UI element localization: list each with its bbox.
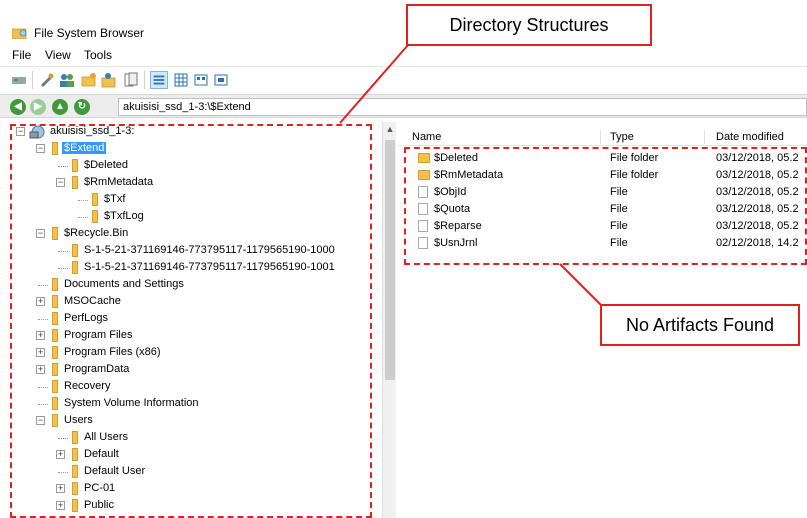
toolbar	[0, 66, 807, 92]
toolbar-separator	[32, 71, 33, 89]
directory-highlight-box	[10, 124, 372, 518]
title-bar: File System Browser	[0, 0, 807, 44]
icons-view-icon[interactable]	[212, 71, 230, 89]
app-folder-icon	[12, 28, 27, 39]
tree-scrollbar[interactable]: ▲	[382, 122, 396, 518]
tools-icon[interactable]	[38, 71, 56, 89]
menu-file[interactable]: File	[12, 48, 31, 62]
folder-star-icon[interactable]	[80, 71, 98, 89]
address-bar: ◀ ▶ ▲ ↻ akuisisi_ssd_1-3:\$Extend	[0, 94, 807, 118]
column-date-modified[interactable]: Date modified	[716, 131, 784, 143]
list-header: Name Type Date modified	[398, 128, 807, 146]
user-folder-icon[interactable]	[100, 71, 118, 89]
scroll-thumb[interactable]	[385, 140, 395, 380]
column-name[interactable]: Name	[412, 131, 441, 143]
menu-bar: File View Tools	[0, 46, 807, 64]
documents-icon[interactable]	[122, 71, 140, 89]
scroll-up-arrow-icon[interactable]: ▲	[383, 124, 397, 136]
app-title: File System Browser	[34, 26, 145, 40]
details-view-icon[interactable]	[150, 71, 168, 89]
address-input[interactable]: akuisisi_ssd_1-3:\$Extend	[118, 98, 807, 116]
up-arrow-icon[interactable]: ▲	[52, 99, 68, 115]
menu-view[interactable]: View	[45, 48, 71, 62]
column-divider[interactable]	[600, 130, 601, 144]
callout-no-artifacts-found: No Artifacts Found	[600, 304, 800, 346]
back-arrow-icon[interactable]: ◀	[10, 99, 26, 115]
callout-directory-structures: Directory Structures	[406, 4, 652, 46]
column-divider[interactable]	[704, 130, 705, 144]
column-type[interactable]: Type	[610, 131, 634, 143]
grid-view-icon[interactable]	[172, 71, 190, 89]
artifacts-highlight-box	[404, 147, 807, 265]
drive-icon[interactable]	[10, 71, 28, 89]
people-icon[interactable]	[58, 71, 76, 89]
refresh-icon[interactable]: ↻	[74, 99, 90, 115]
toolbar-separator	[144, 71, 145, 89]
forward-arrow-icon[interactable]: ▶	[30, 99, 46, 115]
tiles-view-icon[interactable]	[192, 71, 210, 89]
menu-tools[interactable]: Tools	[84, 48, 112, 62]
